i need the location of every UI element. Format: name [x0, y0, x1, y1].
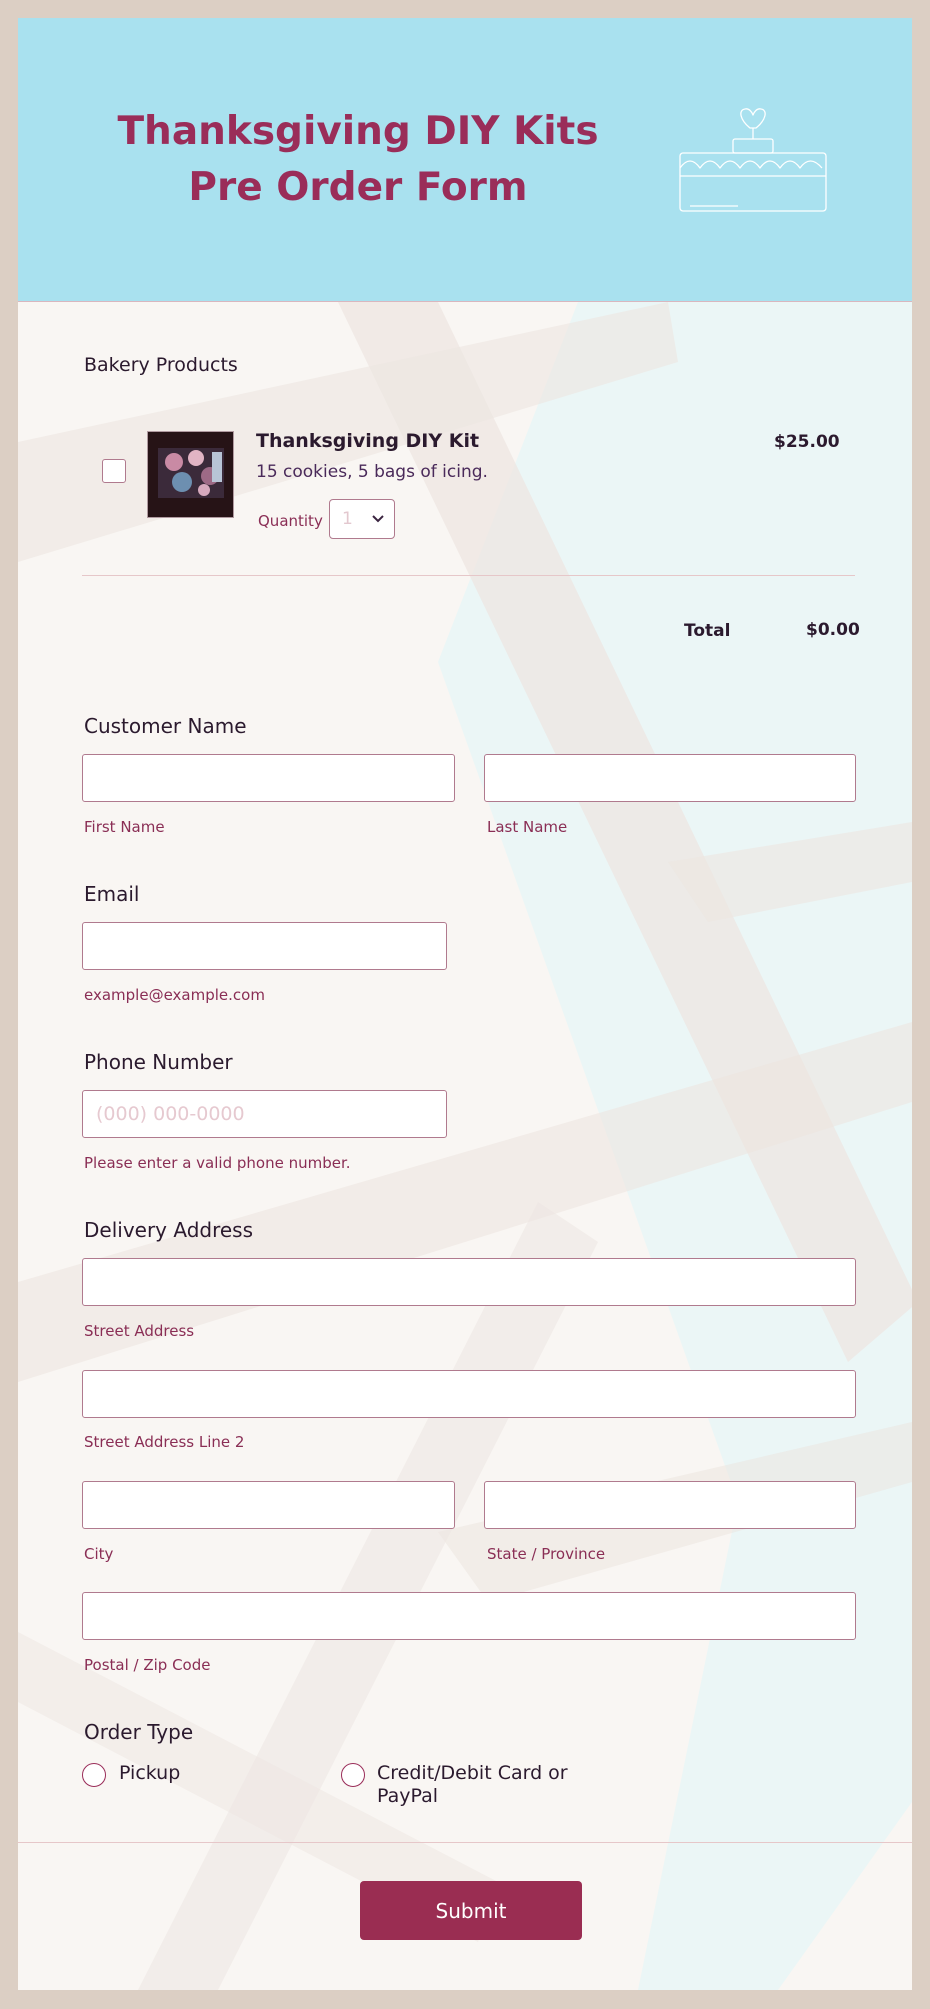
address-label: Delivery Address	[84, 1218, 254, 1242]
form-card: Thanksgiving DIY Kits Pre Order Form Bak…	[18, 18, 912, 1990]
phone-sublabel: Please enter a valid phone number.	[84, 1154, 351, 1172]
city-input[interactable]	[82, 1481, 455, 1529]
cookie-photo-icon	[148, 432, 233, 517]
order-type-label: Order Type	[84, 1720, 194, 1744]
email-input[interactable]	[82, 922, 447, 970]
radio-card-paypal[interactable]	[341, 1763, 365, 1787]
quantity-label: Quantity	[258, 512, 323, 530]
footer-divider	[18, 1842, 912, 1843]
state-sublabel: State / Province	[487, 1545, 606, 1563]
city-sublabel: City	[84, 1545, 114, 1563]
chevron-down-icon	[372, 515, 384, 523]
street-address-input[interactable]	[82, 1258, 856, 1306]
total-label: Total	[684, 621, 731, 641]
form-title: Thanksgiving DIY Kits Pre Order Form	[117, 109, 599, 210]
form-header: Thanksgiving DIY Kits Pre Order Form	[18, 18, 912, 302]
phone-label: Phone Number	[84, 1050, 233, 1074]
street-address-2-input[interactable]	[82, 1370, 856, 1418]
quantity-select[interactable]: 1	[329, 499, 395, 539]
state-input[interactable]	[484, 1481, 856, 1529]
radio-card-paypal-label[interactable]: Credit/Debit Card or PayPal	[377, 1762, 577, 1808]
products-label: Bakery Products	[84, 354, 238, 376]
street-address-sublabel: Street Address	[84, 1322, 195, 1340]
postal-code-input[interactable]	[82, 1592, 856, 1640]
first-name-input[interactable]	[82, 754, 455, 802]
email-label: Email	[84, 882, 140, 906]
quantity-value: 1	[342, 509, 353, 529]
postal-code-sublabel: Postal / Zip Code	[84, 1656, 211, 1674]
last-name-sublabel: Last Name	[487, 818, 568, 836]
cake-icon	[679, 108, 827, 212]
product-description: 15 cookies, 5 bags of icing.	[256, 462, 488, 482]
email-sublabel: example@example.com	[84, 986, 265, 1004]
product-image	[147, 431, 234, 518]
phone-input[interactable]	[82, 1090, 447, 1138]
street-address-2-sublabel: Street Address Line 2	[84, 1433, 245, 1451]
product-price: $25.00	[774, 432, 840, 452]
last-name-input[interactable]	[484, 754, 856, 802]
submit-button[interactable]: Submit	[360, 1881, 582, 1940]
radio-pickup-label[interactable]: Pickup	[119, 1762, 180, 1784]
customer-name-label: Customer Name	[84, 714, 247, 738]
product-checkbox[interactable]	[102, 459, 126, 483]
products-divider	[82, 575, 855, 576]
first-name-sublabel: First Name	[84, 818, 165, 836]
form-content: Bakery Products Thanksgiving DIY Kit 15 …	[18, 18, 912, 1990]
total-value: $0.00	[806, 620, 860, 640]
product-name: Thanksgiving DIY Kit	[256, 430, 480, 452]
radio-pickup[interactable]	[82, 1763, 106, 1787]
